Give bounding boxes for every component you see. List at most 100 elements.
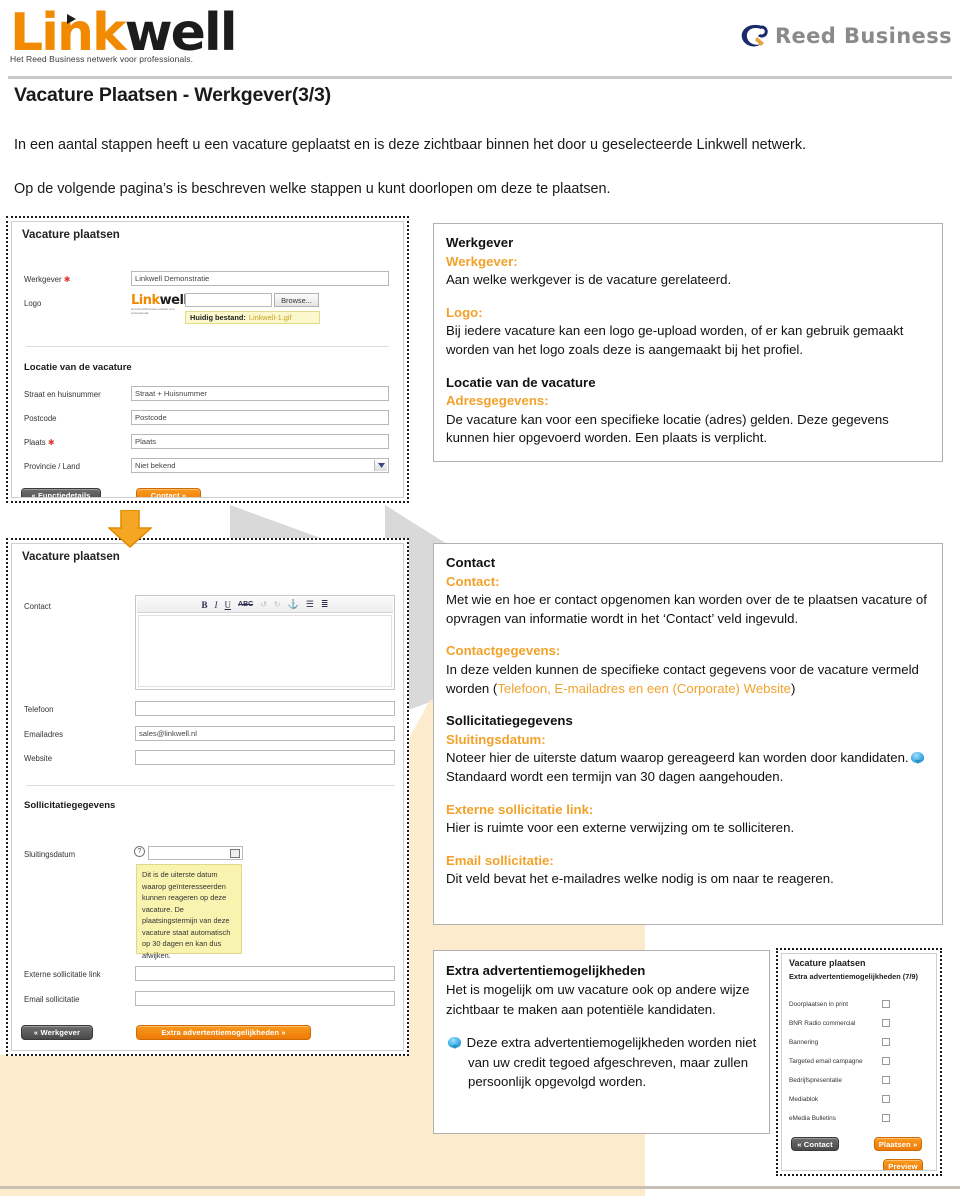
callout1-heading2: Locatie van de vacature	[446, 374, 596, 390]
list-item[interactable]: Mediablok	[789, 1093, 936, 1112]
header-divider	[8, 76, 952, 79]
strikethrough-icon[interactable]: ABC	[238, 601, 253, 608]
straat-input[interactable]: Straat + Huisnummer	[131, 386, 389, 401]
list-item[interactable]: eMedia Bulletins	[789, 1112, 936, 1131]
callout1-body3: De vacature kan voor een specifieke loca…	[446, 411, 889, 446]
form3-subtitle: Extra advertentiemogelijkheden (7/9)	[789, 972, 918, 981]
option-checkbox[interactable]	[882, 1114, 890, 1122]
intro-line-2: Op de volgende pagina’s is beschreven we…	[14, 181, 611, 197]
rich-text-editor[interactable]: B I U ABC ↺ ↻ ⚓ ☰ ≣	[135, 595, 395, 690]
page-title: Vacature Plaatsen - Werkgever(3/3)	[14, 84, 331, 106]
provincie-select[interactable]: Niet bekend	[131, 458, 389, 473]
bottom-rule	[0, 1186, 960, 1189]
form2-title: Vacature plaatsen	[22, 551, 120, 563]
emailadres-input[interactable]: sales@linkwell.nl	[135, 726, 395, 741]
option-checkbox[interactable]	[882, 1095, 890, 1103]
underline-icon[interactable]: U	[225, 600, 232, 610]
undo-icon[interactable]: ↺	[260, 600, 267, 609]
callout3-heading: Extra advertentiemogelijkheden	[446, 963, 646, 978]
screenshot-1-inner: Vacature plaatsen Werkgever ✱ Linkwell D…	[11, 221, 404, 498]
screenshot-extra-advertentie-form: Vacature plaatsen Extra advertentiemogel…	[776, 948, 942, 1176]
option-label: Bedrijfspresentatie	[789, 1077, 842, 1084]
werkgever-label: Werkgever ✱	[24, 275, 71, 284]
sollicitatie-section-heading: Sollicitatiegegevens	[24, 800, 116, 811]
option-checkbox[interactable]	[882, 1076, 890, 1084]
required-asterisk-plaats: ✱	[47, 438, 55, 447]
callout3-body2-wrap: Deze extra advertentiemogelijkheden word…	[446, 1033, 757, 1091]
callout2-body2: In deze velden kunnen de specifieke cont…	[446, 661, 930, 698]
extra-advertentie-next-button[interactable]: Extra advertentiemogelijkheden »	[136, 1025, 311, 1040]
bold-icon[interactable]: B	[202, 600, 208, 610]
callout1-body1: Aan welke werkgever is de vacature gerel…	[446, 272, 732, 288]
reed-swirl-icon	[737, 19, 771, 53]
bullet-list-icon[interactable]: ☰	[306, 599, 314, 610]
postcode-input[interactable]: Postcode	[131, 410, 389, 425]
editor-body[interactable]	[138, 615, 392, 687]
option-label: Targeted email campagne	[789, 1058, 863, 1065]
option-label: eMedia Bulletins	[789, 1115, 836, 1122]
list-item[interactable]: Bedrijfspresentatie	[789, 1074, 936, 1093]
option-checkbox[interactable]	[882, 1038, 890, 1046]
callout2-body2-orange: Telefoon, E-mailadres en een (Corporate)…	[497, 680, 792, 696]
page-header: Linkwell Het Reed Business netwerk voor …	[0, 0, 960, 78]
anchor-icon[interactable]: ⚓	[288, 599, 299, 610]
website-input[interactable]	[135, 750, 395, 765]
browse-button[interactable]: Browse...	[274, 293, 319, 307]
callout3-body2: Deze extra advertentiemogelijkheden word…	[466, 1035, 757, 1090]
preview-button[interactable]: Preview	[883, 1159, 923, 1170]
option-checkbox[interactable]	[882, 1057, 890, 1065]
list-item[interactable]: Doorplaatsen in print	[789, 998, 936, 1017]
email-sollicitatie-input[interactable]	[135, 991, 395, 1006]
callout-werkgever: Werkgever Werkgever: Aan welke werkgever…	[433, 223, 943, 462]
list-item[interactable]: BNR Radio commercial	[789, 1017, 936, 1036]
callout-contact: Contact Contact: Met wie en hoe er conta…	[433, 543, 943, 925]
plaats-label: Plaats ✱	[24, 438, 55, 447]
callout2-body3-pre: Noteer hier de uiterste datum waarop ger…	[446, 750, 909, 766]
functiedetails-back-button[interactable]: « Functiedetails	[21, 488, 101, 497]
callout2-sub5: Email sollicitatie:	[446, 852, 554, 868]
postcode-label: Postcode	[24, 414, 57, 423]
chevron-down-icon[interactable]	[374, 460, 387, 471]
required-asterisk: ✱	[63, 275, 71, 284]
contact-next-button[interactable]: Contact »	[136, 488, 201, 497]
callout2-body3-post: Standaard wordt een termijn van 30 dagen…	[446, 768, 784, 784]
extra-options-list: Doorplaatsen in print BNR Radio commerci…	[789, 998, 936, 1131]
callout2-sub2: Contactgegevens:	[446, 643, 561, 659]
locatie-section-heading: Locatie van de vacature	[24, 362, 132, 373]
externe-link-input[interactable]	[135, 966, 395, 981]
list-item[interactable]: Targeted email campagne	[789, 1055, 936, 1074]
form2-divider	[26, 785, 395, 786]
option-label: Mediablok	[789, 1096, 819, 1103]
telefoon-label: Telefoon	[24, 705, 54, 714]
option-label: BNR Radio commercial	[789, 1020, 856, 1027]
plaats-input[interactable]: Plaats	[131, 434, 389, 449]
calendar-icon[interactable]	[230, 849, 240, 858]
option-checkbox[interactable]	[882, 1000, 890, 1008]
huidig-bestand-note: Huidig bestand: Linkwell-1.gif	[185, 311, 320, 324]
help-icon[interactable]: ?	[134, 846, 145, 857]
option-label: Bannering	[789, 1039, 819, 1046]
intro-line-1: In een aantal stappen heeft u een vacatu…	[14, 137, 807, 153]
contact-back-button[interactable]: « Contact	[791, 1137, 839, 1151]
callout2-sub1: Contact:	[446, 573, 500, 589]
numbered-list-icon[interactable]: ≣	[321, 599, 329, 610]
werkgever-input[interactable]: Linkwell Demonstratie	[131, 271, 389, 286]
sluitingsdatum-tooltip: Dit is de uiterste datum waarop geïntere…	[136, 864, 242, 960]
callout1-sub1: Werkgever:	[446, 253, 518, 269]
option-checkbox[interactable]	[882, 1019, 890, 1027]
werkgever-back-button[interactable]: « Werkgever	[21, 1025, 93, 1040]
sluitingsdatum-input[interactable]	[148, 846, 243, 860]
straat-label: Straat en huisnummer	[24, 390, 101, 399]
linkwell-logo: Linkwell Het Reed Business netwerk voor …	[10, 6, 238, 72]
list-item[interactable]: Bannering	[789, 1036, 936, 1055]
callout2-body5: Dit veld bevat het e-mailadres welke nod…	[446, 871, 834, 887]
externe-link-label: Externe sollicitatie link	[24, 970, 101, 979]
callout1-sub3: Adresgegevens:	[446, 393, 549, 409]
telefoon-input[interactable]	[135, 701, 395, 716]
editor-toolbar[interactable]: B I U ABC ↺ ↻ ⚓ ☰ ≣	[137, 597, 393, 613]
contact-field-label: Contact	[24, 602, 51, 611]
logo-file-input[interactable]	[185, 293, 272, 307]
plaatsen-button[interactable]: Plaatsen »	[874, 1137, 922, 1151]
italic-icon[interactable]: I	[215, 600, 218, 610]
redo-icon[interactable]: ↻	[274, 600, 281, 609]
